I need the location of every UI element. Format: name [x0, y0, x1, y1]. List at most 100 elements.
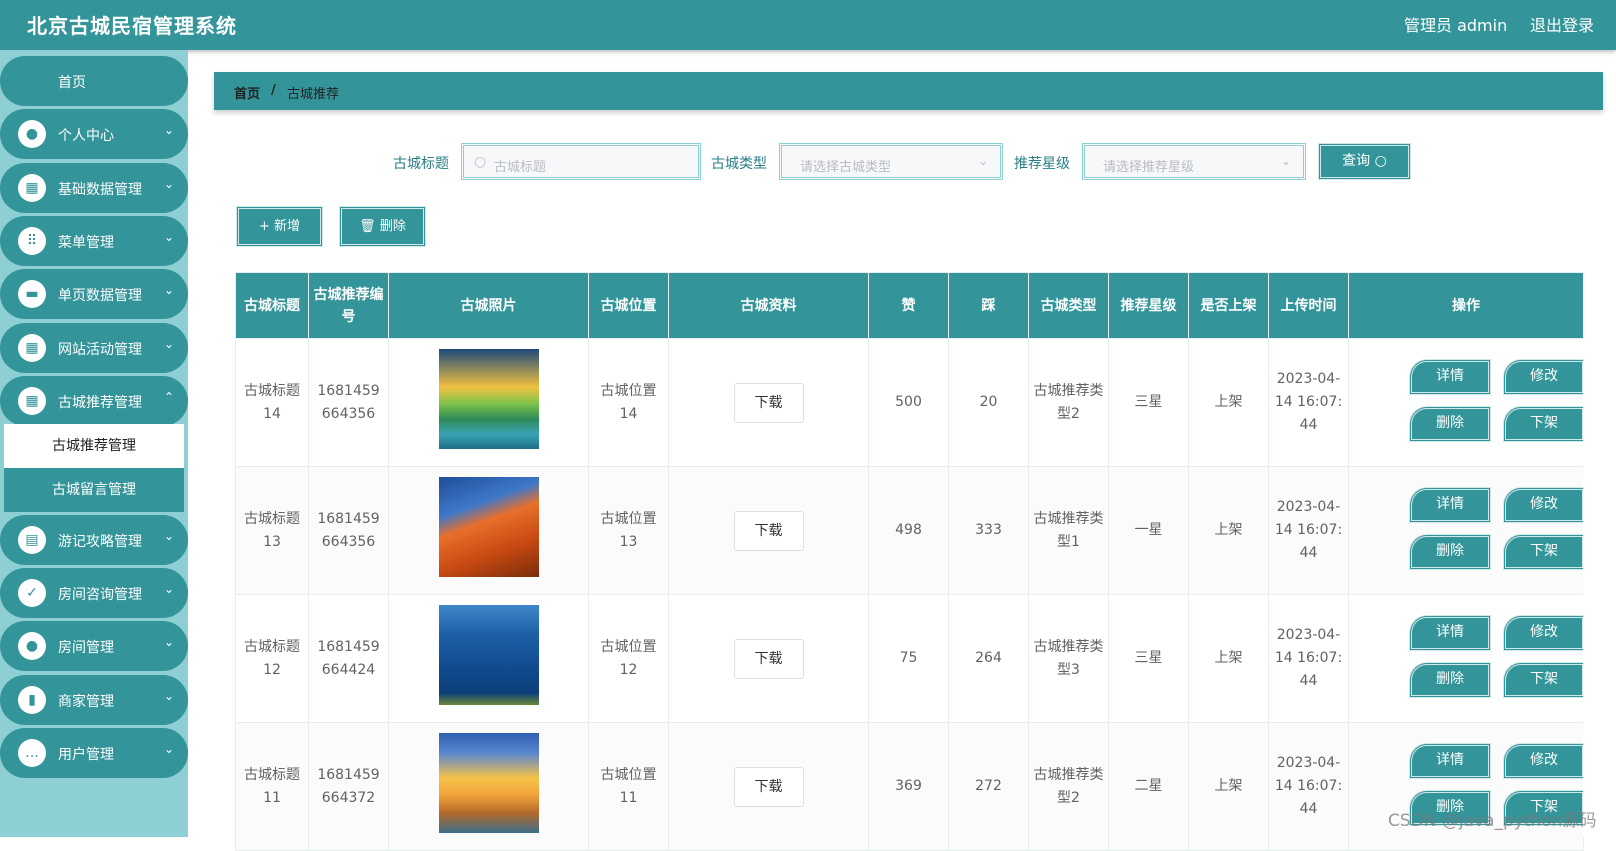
title-search-input[interactable]: ○ 古城标题: [461, 143, 701, 180]
photo-blue-sea[interactable]: [438, 604, 539, 705]
star-filter-label: 推荐星级: [1014, 156, 1070, 172]
cell-type: 古城推荐类型2: [1028, 338, 1109, 467]
cell-time: 2023-04-14 16:07:44: [1268, 338, 1349, 467]
column-header: 推荐星级: [1108, 272, 1189, 339]
unshelf-button[interactable]: 下架: [1503, 534, 1585, 570]
column-header: 古城推荐编号: [308, 272, 389, 339]
search-icon: ○: [1374, 153, 1387, 169]
row-delete-button[interactable]: 删除: [1409, 534, 1491, 570]
table-row: 古城标题13 1681459664356 古城位置13 下载 498 333 古…: [235, 466, 1585, 595]
cell-file: 下载: [668, 594, 869, 723]
watermark: CSDN @java_python源码: [1388, 811, 1597, 831]
sidebar-item-recommend[interactable]: ▦ 古城推荐管理 ⌃: [0, 376, 188, 426]
query-button[interactable]: 查询 ○: [1318, 143, 1411, 180]
detail-button[interactable]: 详情: [1409, 615, 1491, 651]
chevron-down-icon: ⌄: [1280, 154, 1291, 168]
cell-code: 1681459664372: [308, 722, 389, 851]
submenu-recommend-manage[interactable]: 古城推荐管理: [4, 424, 184, 468]
sidebar-item-label: 网站活动管理: [58, 342, 142, 358]
breadcrumb-home[interactable]: 首页: [234, 83, 260, 102]
download-button[interactable]: 下载: [733, 638, 804, 679]
photo-red-rock[interactable]: [438, 476, 539, 577]
edit-button[interactable]: 修改: [1503, 615, 1585, 651]
unshelf-button[interactable]: 下架: [1503, 406, 1585, 442]
briefcase-icon: ▬: [18, 280, 46, 308]
scroll-edge: [1583, 270, 1616, 837]
delete-button[interactable]: 🗑 删除: [339, 206, 426, 247]
sidebar-item-room-consult[interactable]: ✓ 房间咨询管理 ⌄: [0, 568, 188, 618]
table-row: 古城标题14 1681459664356 古城位置14 下载 500 20 古城…: [235, 338, 1585, 467]
sidebar-item-travel-guide[interactable]: ▤ 游记攻略管理 ⌄: [0, 515, 188, 565]
column-header: 古城照片: [388, 272, 589, 339]
cell-type: 古城推荐类型2: [1028, 722, 1109, 851]
query-button-label: 查询: [1342, 153, 1371, 169]
chevron-up-icon: ⌃: [163, 390, 174, 404]
cell-dislikes: 272: [948, 722, 1029, 851]
type-select[interactable]: 请选择古城类型 ⌄: [779, 143, 1003, 180]
cell-star: 三星: [1108, 594, 1189, 723]
sidebar-item-home[interactable]: 首页: [0, 56, 188, 106]
unshelf-button[interactable]: 下架: [1503, 662, 1585, 698]
edit-button[interactable]: 修改: [1503, 487, 1585, 523]
photo-sunset-lake[interactable]: [438, 348, 539, 449]
cell-star: 一星: [1108, 466, 1189, 595]
row-delete-button[interactable]: 删除: [1409, 662, 1491, 698]
cell-code: 1681459664424: [308, 594, 389, 723]
photo-golden-beach[interactable]: [438, 732, 539, 833]
sidebar-item-merchant[interactable]: ▮ 商家管理 ⌄: [0, 675, 188, 725]
sidebar: 首页 ● 个人中心 ⌄ ▦ 基础数据管理 ⌄ ⠿ 菜单管理 ⌄ ▬ 单页数据管理…: [0, 50, 188, 837]
chevron-down-icon: ⌄: [163, 689, 174, 703]
admin-label: 管理员 admin: [1404, 16, 1508, 35]
sidebar-item-activities[interactable]: ▦ 网站活动管理 ⌄: [0, 323, 188, 373]
sidebar-item-label: 个人中心: [58, 128, 114, 144]
cell-photo: [388, 338, 589, 467]
title-filter-label: 古城标题: [393, 156, 449, 172]
breadcrumb-current: 古城推荐: [287, 87, 340, 102]
edit-button[interactable]: 修改: [1503, 743, 1585, 779]
cell-title: 古城标题11: [235, 722, 309, 851]
detail-button[interactable]: 详情: [1409, 359, 1491, 395]
title-search-placeholder: 古城标题: [494, 160, 547, 175]
detail-button[interactable]: 详情: [1409, 487, 1491, 523]
cell-shelf: 上架: [1188, 466, 1269, 595]
cell-shelf: 上架: [1188, 338, 1269, 467]
cell-likes: 369: [868, 722, 949, 851]
delete-button-label: 删除: [379, 219, 406, 234]
sidebar-item-basic-data[interactable]: ▦ 基础数据管理 ⌄: [0, 163, 188, 213]
chevron-down-icon: ⌄: [163, 337, 174, 351]
table-row: 古城标题12 1681459664424 古城位置12 下载 75 264 古城…: [235, 594, 1585, 723]
apps-icon: ⠿: [18, 227, 46, 255]
recommend-table: 古城标题 古城推荐编号 古城照片 古城位置 古城资料 赞 踩 古城类型 推荐星级…: [235, 272, 1585, 851]
app-title: 北京古城民宿管理系统: [27, 14, 237, 38]
add-button[interactable]: + 新增: [236, 206, 323, 247]
cell-star: 三星: [1108, 338, 1189, 467]
clipboard-check-icon: ✓: [18, 579, 46, 607]
grid-icon: ▦: [18, 387, 46, 415]
download-button[interactable]: 下载: [733, 382, 804, 423]
sidebar-item-personal-center[interactable]: ● 个人中心 ⌄: [0, 109, 188, 159]
chevron-down-icon: ⌄: [163, 742, 174, 756]
download-button[interactable]: 下载: [733, 510, 804, 551]
sidebar-item-room[interactable]: ● 房间管理 ⌄: [0, 621, 188, 671]
sidebar-item-menu[interactable]: ⠿ 菜单管理 ⌄: [0, 216, 188, 266]
submenu-message-manage[interactable]: 古城留言管理: [4, 468, 184, 512]
cell-title: 古城标题14: [235, 338, 309, 467]
edit-button[interactable]: 修改: [1503, 359, 1585, 395]
download-button[interactable]: 下载: [733, 766, 804, 807]
clipboard-icon: ▤: [18, 526, 46, 554]
table-header-row: 古城标题 古城推荐编号 古城照片 古城位置 古城资料 赞 踩 古城类型 推荐星级…: [235, 272, 1584, 339]
cell-title: 古城标题12: [235, 594, 309, 723]
sidebar-item-label: 菜单管理: [58, 235, 114, 251]
row-delete-button[interactable]: 删除: [1409, 406, 1491, 442]
sidebar-item-users[interactable]: … 用户管理 ⌄: [0, 728, 188, 778]
sidebar-item-single-page[interactable]: ▬ 单页数据管理 ⌄: [0, 269, 188, 319]
logout-link[interactable]: 退出登录: [1530, 12, 1594, 36]
star-select[interactable]: 请选择推荐星级 ⌄: [1082, 143, 1306, 180]
detail-button[interactable]: 详情: [1409, 743, 1491, 779]
column-header: 古城资料: [668, 272, 869, 339]
column-header: 赞: [868, 272, 949, 339]
cell-file: 下载: [668, 466, 869, 595]
cell-time: 2023-04-14 16:07:44: [1268, 466, 1349, 595]
trash-icon: 🗑: [359, 219, 376, 234]
cell-title: 古城标题13: [235, 466, 309, 595]
